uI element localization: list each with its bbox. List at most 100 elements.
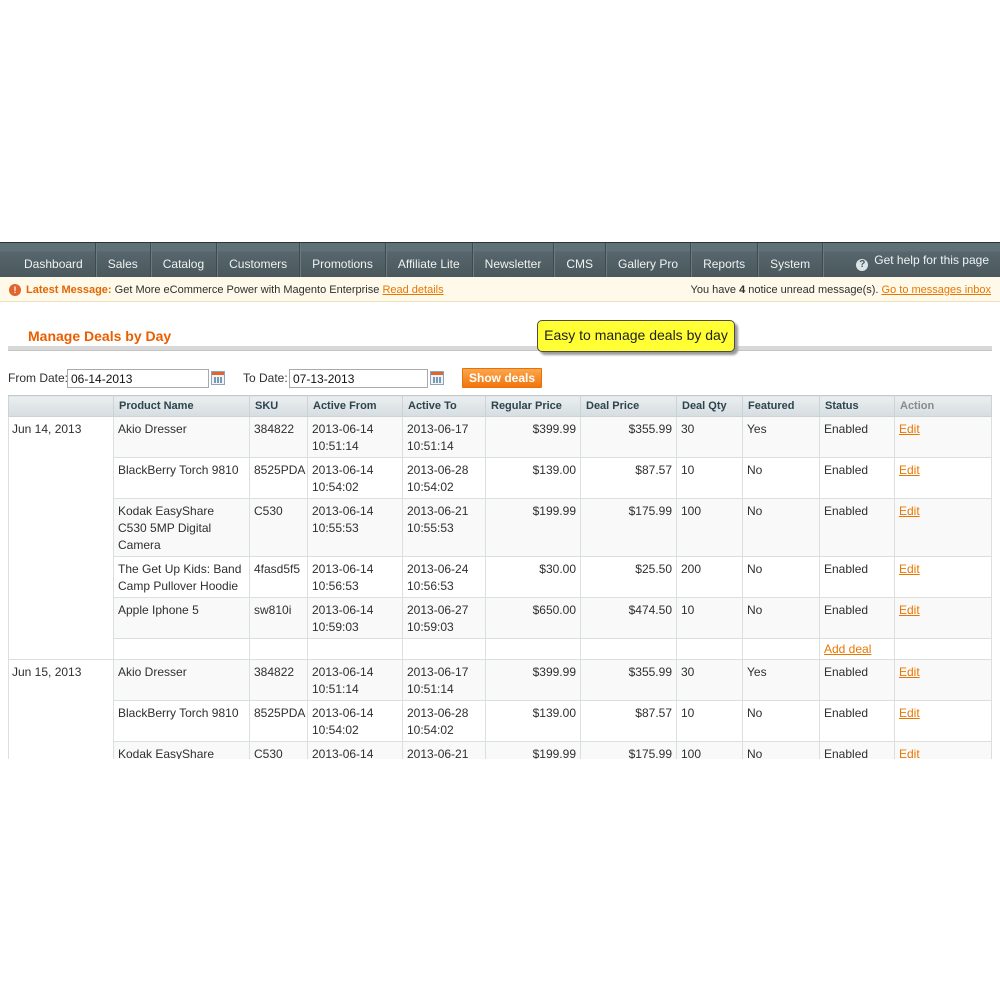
column-header-active-to[interactable]: Active To (402, 395, 486, 417)
nav-item-newsletter[interactable]: Newsletter (473, 243, 555, 277)
nav-item-gallery-pro[interactable]: Gallery Pro (606, 243, 692, 277)
edit-link[interactable]: Edit (899, 706, 920, 720)
nav-item-affiliate-lite[interactable]: Affiliate Lite (386, 243, 473, 277)
day-date-cell: Jun 14, 2013 (8, 416, 114, 660)
read-details-link[interactable]: Read details (382, 284, 443, 296)
status-cell: Enabled (819, 498, 895, 557)
active-to-cell: 2013-06-17 10:51:14 (402, 659, 486, 701)
edit-link[interactable]: Edit (899, 747, 920, 759)
column-header-sku[interactable]: SKU (249, 395, 308, 417)
empty-cell (485, 638, 581, 660)
active-to-cell: 2013-06-28 10:54:02 (402, 457, 486, 499)
nav-item-catalog[interactable]: Catalog (151, 243, 218, 277)
product-name-cell: Kodak EasyShare C530 5MP Digital Camera (113, 741, 250, 759)
status-cell: Enabled (819, 741, 895, 759)
active-to-cell: 2013-06-27 10:59:03 (402, 597, 486, 639)
regular-price-cell: $399.99 (485, 416, 581, 458)
active-to-cell: 2013-06-24 10:56:53 (402, 556, 486, 598)
help-link[interactable]: ? Get help for this page (856, 243, 989, 277)
latest-message-text: Get More eCommerce Power with Magento En… (114, 284, 380, 296)
edit-link[interactable]: Edit (899, 463, 920, 477)
messages-inbox-link[interactable]: Go to messages inbox (882, 284, 991, 296)
nav-item-cms[interactable]: CMS (554, 243, 607, 277)
table-row: BlackBerry Torch 9810 8525PDA 2013-06-14 1… (9, 700, 992, 742)
nav-item-reports[interactable]: Reports (691, 243, 759, 277)
column-header-active-from[interactable]: Active From (307, 395, 403, 417)
unread-post: notice unread message(s). (748, 284, 879, 296)
calendar-icon[interactable] (211, 371, 225, 385)
edit-link[interactable]: Edit (899, 562, 920, 576)
empty-cell (307, 638, 403, 660)
active-from-cell: 2013-06-14 10:51:14 (307, 416, 403, 458)
grid-header-row: Product Name SKU Active From Active To Regul… (8, 395, 992, 417)
deal-qty-cell: 200 (676, 556, 743, 598)
product-name-cell: Kodak EasyShare C530 5MP Digital Camera (113, 498, 250, 557)
deal-qty-cell: 10 (676, 700, 743, 742)
sku-cell: 8525PDA (249, 700, 308, 742)
nav-item-dashboard[interactable]: Dashboard (0, 243, 96, 277)
notice-right: You have 4 notice unread message(s). Go … (691, 277, 991, 303)
edit-link[interactable]: Edit (899, 665, 920, 679)
column-header-regular-price[interactable]: Regular Price (485, 395, 581, 417)
from-date-input[interactable] (67, 369, 209, 388)
featured-cell: No (742, 457, 820, 499)
empty-cell (580, 638, 677, 660)
featured-cell: Yes (742, 659, 820, 701)
regular-price-cell: $399.99 (485, 659, 581, 701)
active-from-cell: 2013-06-14 10:51:14 (307, 659, 403, 701)
action-cell: Edit (894, 498, 992, 557)
empty-cell (676, 638, 743, 660)
unread-pre: You have (690, 284, 736, 296)
sku-cell: sw810i (249, 597, 308, 639)
to-date-input[interactable] (289, 369, 428, 388)
featured-cell: No (742, 597, 820, 639)
deal-price-cell: $355.99 (580, 659, 677, 701)
deal-price-cell: $355.99 (580, 416, 677, 458)
action-cell: Edit (894, 741, 992, 759)
edit-link[interactable]: Edit (899, 603, 920, 617)
column-header-status[interactable]: Status (819, 395, 895, 417)
nav-item-system[interactable]: System (758, 243, 824, 277)
help-label: Get help for this page (874, 252, 989, 267)
product-name-cell: BlackBerry Torch 9810 (113, 457, 250, 499)
edit-link[interactable]: Edit (899, 422, 920, 436)
add-deal-row: Add deal (9, 638, 992, 660)
regular-price-cell: $139.00 (485, 700, 581, 742)
empty-cell (113, 638, 250, 660)
column-header-deal-qty[interactable]: Deal Qty (676, 395, 743, 417)
action-cell: Edit (894, 659, 992, 701)
edit-link[interactable]: Edit (899, 504, 920, 518)
nav-item-customers[interactable]: Customers (217, 243, 301, 277)
nav-item-sales[interactable]: Sales (96, 243, 151, 277)
sku-cell: 384822 (249, 416, 308, 458)
active-from-cell: 2013-06-14 10:55:53 (307, 741, 403, 759)
add-deal-link[interactable]: Add deal (824, 642, 871, 656)
notice-left: Latest Message: Get More eCommerce Power… (26, 277, 444, 303)
featured-cell: No (742, 556, 820, 598)
sku-cell: C530 (249, 498, 308, 557)
product-name-cell: Apple Iphone 5 (113, 597, 250, 639)
column-header-deal-price[interactable]: Deal Price (580, 395, 677, 417)
sku-cell: 384822 (249, 659, 308, 701)
active-from-cell: 2013-06-14 10:59:03 (307, 597, 403, 639)
deal-qty-cell: 100 (676, 498, 743, 557)
active-from-cell: 2013-06-14 10:55:53 (307, 498, 403, 557)
from-date-label: From Date: (8, 371, 69, 385)
active-to-cell: 2013-06-28 10:54:02 (402, 700, 486, 742)
column-header-product-name[interactable]: Product Name (113, 395, 250, 417)
day-date-cell: Jun 15, 2013 (8, 659, 114, 759)
column-header-action[interactable]: Action (894, 395, 992, 417)
table-row: Jun 15, 2013 Akio Dresser 384822 2013-06-14… (8, 659, 992, 759)
table-row: Kodak EasyShare C530 5MP Digital CameraC… (9, 498, 992, 557)
unread-count: 4 (739, 284, 746, 296)
calendar-icon[interactable] (430, 371, 444, 385)
action-cell: Edit (894, 556, 992, 598)
deal-qty-cell: 30 (676, 659, 743, 701)
product-name-cell: BlackBerry Torch 9810 (113, 700, 250, 742)
show-deals-button[interactable]: Show deals (462, 368, 542, 388)
deal-price-cell: $25.50 (580, 556, 677, 598)
column-header-featured[interactable]: Featured (742, 395, 820, 417)
table-row: Apple Iphone 5 sw810i 2013-06-14 10:59:03 2… (9, 597, 992, 639)
nav-item-promotions[interactable]: Promotions (300, 243, 386, 277)
nav-menu: Dashboard Sales Catalog Customers Promotions… (0, 243, 824, 277)
